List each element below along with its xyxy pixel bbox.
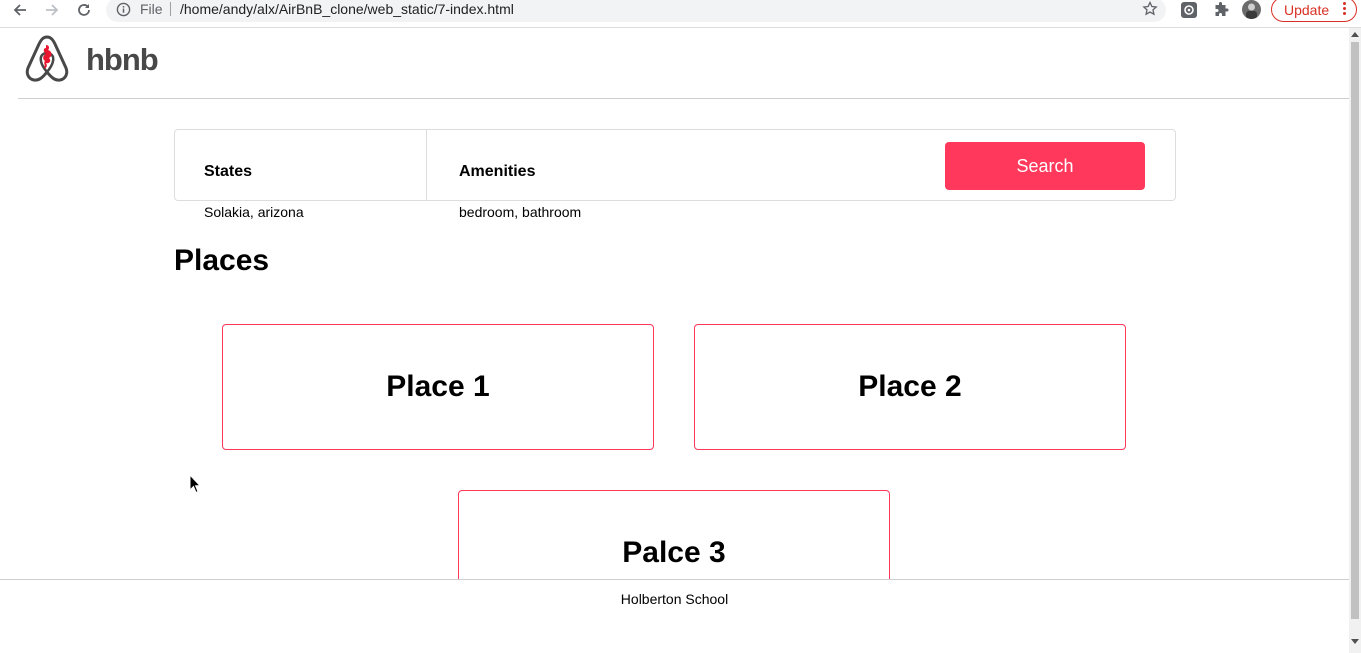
place-name: Place 2: [858, 370, 962, 403]
scroll-up-arrow-icon[interactable]: [1351, 32, 1359, 37]
scheme-label: File: [140, 1, 163, 17]
update-label: Update: [1284, 2, 1330, 18]
amenities-selected: bedroom, bathroom: [459, 204, 582, 220]
amenities-filter[interactable]: Amenities: [427, 130, 927, 200]
address-separator: [170, 2, 171, 16]
filters-bar: States Amenities Search Solakia, arizona…: [174, 129, 1176, 220]
amenities-title: Amenities: [459, 163, 536, 180]
site-header: hbnb: [18, 28, 1349, 99]
hbnb-logo[interactable]: hbnb: [24, 34, 164, 84]
page-viewport: hbnb States Amenities Search Solakia, ar…: [0, 28, 1349, 653]
back-button[interactable]: [6, 0, 34, 19]
profile-avatar[interactable]: [1242, 0, 1261, 19]
more-vert-icon[interactable]: [1343, 2, 1346, 17]
scroll-down-arrow-icon[interactable]: [1351, 639, 1359, 644]
reload-button[interactable]: [70, 0, 98, 19]
states-title: States: [204, 163, 253, 180]
extensions-puzzle-icon[interactable]: [1211, 0, 1231, 20]
forward-button[interactable]: [38, 0, 66, 19]
reload-icon: [78, 3, 90, 16]
search-button[interactable]: Search: [945, 142, 1145, 190]
place-name: Palce 3: [622, 536, 726, 569]
states-filter[interactable]: States: [175, 130, 427, 200]
url-text[interactable]: /home/andy/alx/AirBnB_clone/web_static/7…: [180, 1, 514, 17]
place-card[interactable]: Place 2: [694, 324, 1126, 450]
forward-arrow-icon: [46, 3, 59, 16]
places-title: Places: [174, 244, 270, 277]
mouse-cursor-icon: [189, 474, 201, 494]
address-bar[interactable]: File /home/andy/alx/AirBnB_clone/web_sta…: [106, 0, 1166, 22]
info-icon[interactable]: [116, 2, 131, 22]
site-footer: Holberton School: [0, 579, 1349, 653]
scrollbar-thumb[interactable]: [1351, 42, 1359, 619]
extension-screenshot-icon[interactable]: [1179, 0, 1199, 20]
bookmark-star-icon[interactable]: [1142, 0, 1158, 22]
update-button[interactable]: Update: [1271, 0, 1357, 22]
back-arrow-icon: [13, 3, 26, 16]
vertical-scrollbar[interactable]: [1349, 28, 1361, 653]
browser-toolbar: File /home/andy/alx/AirBnB_clone/web_sta…: [0, 0, 1361, 28]
footer-text: Holberton School: [620, 591, 729, 607]
place-card[interactable]: Place 1: [222, 324, 654, 450]
states-selected: Solakia, arizona: [204, 204, 304, 220]
airbnb-logo-icon: [25, 35, 69, 82]
place-name: Place 1: [386, 370, 490, 403]
logo-text: hbnb: [86, 42, 159, 77]
